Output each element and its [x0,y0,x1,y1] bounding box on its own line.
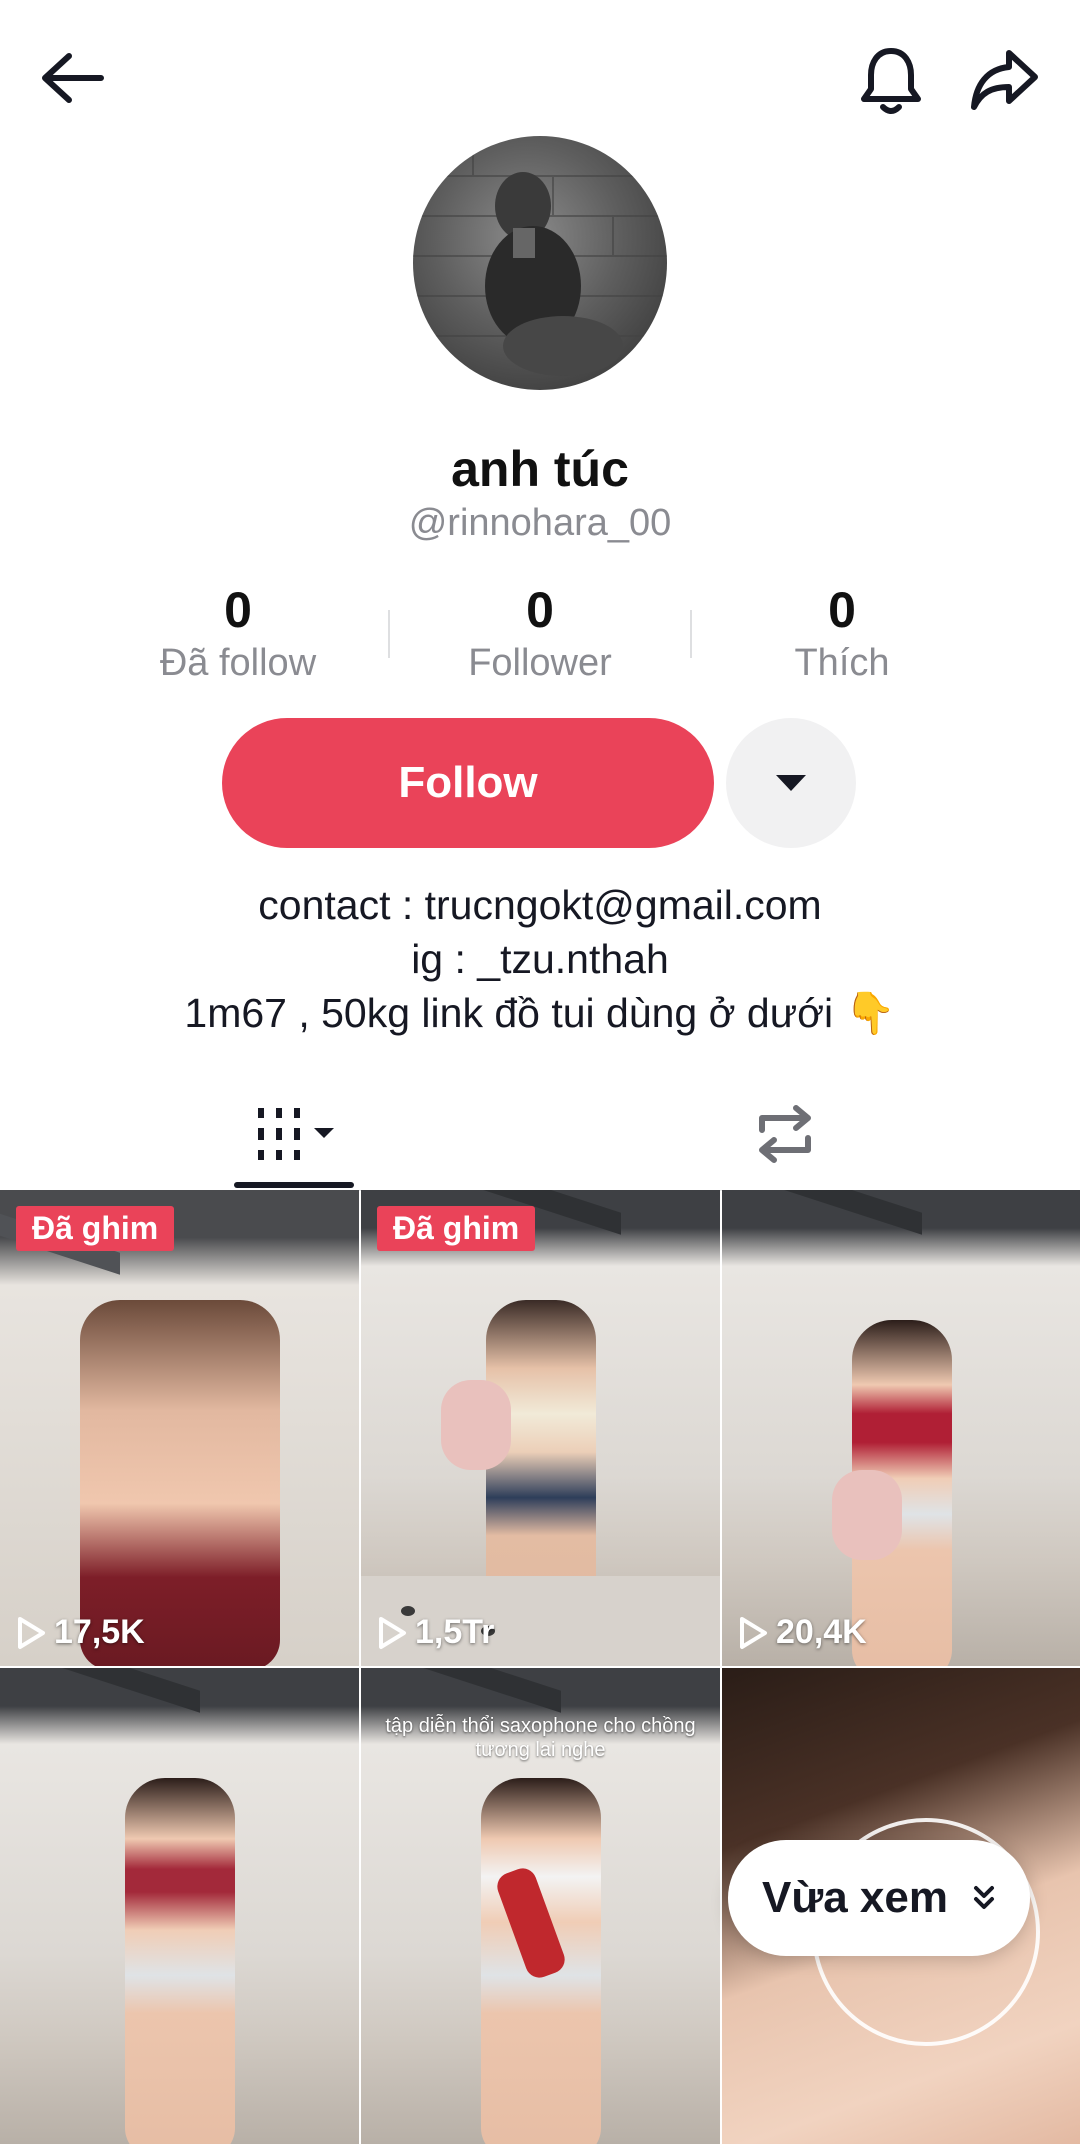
avatar-image [413,136,667,376]
stat-following[interactable]: 0 Đã follow [88,580,388,686]
following-label: Đã follow [159,642,317,684]
view-count-value: 17,5K [54,1613,145,1651]
video-caption: tập diễn thổi saxophone cho chồng tương … [385,1715,696,1761]
bio-line: contact : trucngokt@gmail.com [258,882,822,928]
content-tabs [0,1080,1080,1191]
notification-button[interactable] [848,38,934,122]
video-thumbnail[interactable]: Đã ghim 17,5K [0,1190,359,1666]
view-count-value: 1,5Tr [415,1613,495,1651]
video-thumbnail[interactable] [0,1668,359,2144]
followers-label: Follower [468,642,612,684]
tab-videos[interactable] [234,1080,364,1188]
view-count: 17,5K [16,1613,145,1652]
followers-count: 0 [526,582,554,638]
follow-button[interactable]: Follow [222,718,714,848]
bio-line: 1m67 , 50kg link đồ tui dùng ở dưới 👇 [184,990,896,1036]
likes-label: Thích [794,642,890,684]
recently-watched-button[interactable]: Vừa xem [728,1840,1030,1956]
suggested-accounts-button[interactable] [726,718,856,848]
repost-icon [759,1105,811,1163]
play-icon [379,1616,406,1649]
videos-grid-icon [258,1108,334,1160]
view-count-value: 20,4K [776,1613,867,1651]
username-handle: @rinnohara_00 [408,502,672,544]
pinned-badge: Đã ghim [377,1206,536,1251]
double-chevron-down-icon [973,1886,994,1909]
view-count: 1,5Tr [377,1613,494,1652]
tab-reposts[interactable] [720,1080,850,1188]
stat-likes[interactable]: 0 Thích [692,580,992,686]
arrow-left-icon [42,53,104,103]
share-button[interactable] [960,38,1050,122]
share-arrow-icon [971,50,1038,110]
bio: contact : trucngokt@gmail.com ig : _tzu.… [0,878,1080,1040]
top-bar [0,0,1080,150]
caret-down-icon [776,775,806,791]
play-icon [740,1616,767,1649]
pinned-badge: Đã ghim [16,1206,175,1251]
following-count: 0 [224,582,252,638]
back-button[interactable] [30,38,114,118]
video-thumbnail[interactable]: Đã ghim 1,5Tr [361,1190,720,1666]
play-icon [18,1616,45,1649]
stat-followers[interactable]: 0 Follower [390,580,690,686]
bell-icon [861,48,921,114]
bio-line: ig : _tzu.nthah [411,936,669,982]
likes-count: 0 [828,582,856,638]
recently-watched-label: Vừa xem [762,1873,948,1922]
active-tab-indicator [234,1182,354,1188]
avatar[interactable] [413,136,667,390]
video-thumbnail[interactable]: tập diễn thổi saxophone cho chồng tương … [361,1668,720,2144]
view-count: 20,4K [738,1613,867,1652]
video-thumbnail[interactable]: 20,4K [722,1190,1080,1666]
display-name: anh túc [451,441,629,497]
